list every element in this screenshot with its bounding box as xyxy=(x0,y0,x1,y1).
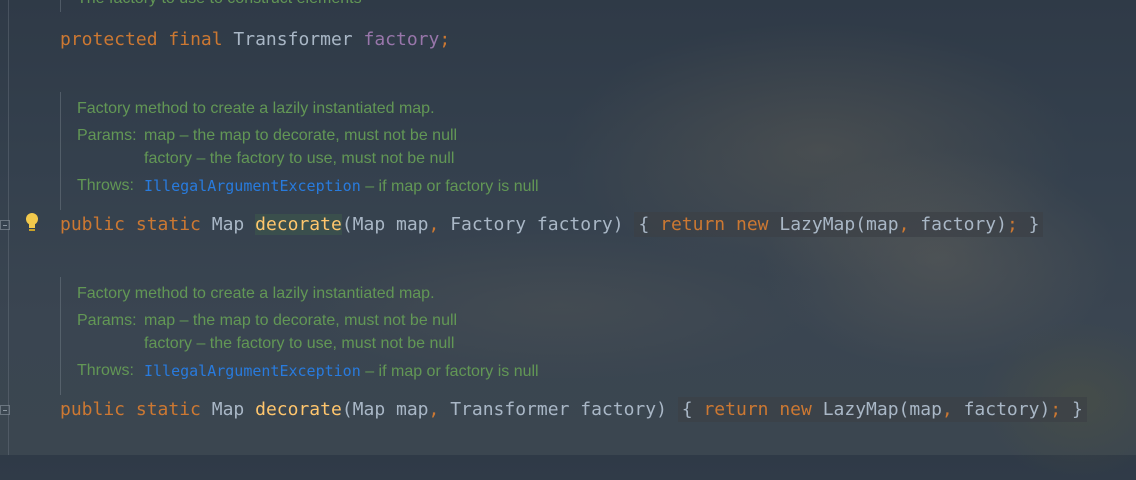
keyword: protected xyxy=(60,29,158,50)
doc-throws-text: – if map or factory is null xyxy=(360,363,539,380)
comma: , xyxy=(428,399,440,420)
doc-comment: Factory method to create a lazily instan… xyxy=(60,92,777,210)
return-type: Map xyxy=(211,214,245,235)
return-type: Map xyxy=(211,399,245,420)
comma: , xyxy=(428,214,440,235)
doc-param: factory – the factory to use, must not b… xyxy=(144,150,455,167)
params: Factory factory) xyxy=(439,214,635,235)
open-brace: { xyxy=(681,399,704,420)
folded-body[interactable]: { return new LazyMap(map, factory); } xyxy=(634,212,1044,237)
keyword: public xyxy=(60,214,126,235)
keyword: static xyxy=(135,214,201,235)
semicolon: ; xyxy=(1050,399,1062,420)
doc-params-label: Params: xyxy=(77,127,137,144)
doc-throws-text: – if map or factory is null xyxy=(360,178,539,195)
doc-comment: The factory to use to construct elements xyxy=(60,0,677,12)
doc-param: map – the map to decorate, must not be n… xyxy=(144,312,458,329)
params: (Map map xyxy=(341,214,429,235)
call: LazyMap(map xyxy=(768,214,899,235)
params: Transformer factory) xyxy=(439,399,678,420)
lightbulb-icon[interactable] xyxy=(24,212,40,234)
doc-description: Factory method to create a lazily instan… xyxy=(77,100,435,117)
doc-comment: Factory method to create a lazily instan… xyxy=(60,277,777,395)
keyword: static xyxy=(135,399,201,420)
comma: , xyxy=(898,214,910,235)
method-declaration-line[interactable]: public static Map decorate(Map map, Fact… xyxy=(60,212,1044,237)
fold-marker-icon[interactable] xyxy=(0,405,10,415)
semicolon: ; xyxy=(1006,214,1018,235)
doc-param: map – the map to decorate, must not be n… xyxy=(144,127,458,144)
doc-param: factory – the factory to use, must not b… xyxy=(144,335,455,352)
field-declaration-line[interactable]: protected final Transformer factory; xyxy=(60,29,450,50)
doc-params-label: Params: xyxy=(77,312,137,329)
keyword: public xyxy=(60,399,126,420)
call: LazyMap(map xyxy=(811,399,942,420)
keyword: final xyxy=(168,29,223,50)
exception-link[interactable]: IllegalArgumentException xyxy=(144,362,361,380)
exception-link[interactable]: IllegalArgumentException xyxy=(144,177,361,195)
doc-throws: IllegalArgumentException – if map or fac… xyxy=(144,362,539,381)
doc-comment-text: The factory to use to construct elements xyxy=(77,0,362,8)
keyword: return xyxy=(703,399,769,420)
close-brace: } xyxy=(1061,399,1083,420)
doc-throws-label: Throws: xyxy=(77,177,134,194)
doc-throws: IllegalArgumentException – if map or fac… xyxy=(144,177,539,196)
method-name[interactable]: decorate xyxy=(255,214,342,235)
doc-throws-label: Throws: xyxy=(77,362,134,379)
background-cloud xyxy=(760,150,1120,370)
method-declaration-line[interactable]: public static Map decorate(Map map, Tran… xyxy=(60,397,1087,422)
folded-body[interactable]: { return new LazyMap(map, factory); } xyxy=(677,397,1087,422)
semicolon: ; xyxy=(439,29,451,50)
call: factory) xyxy=(952,399,1051,420)
call: factory) xyxy=(909,214,1007,235)
method-name[interactable]: decorate xyxy=(255,399,342,420)
doc-description: Factory method to create a lazily instan… xyxy=(77,285,435,302)
field-name: factory xyxy=(363,29,440,50)
keyword: new xyxy=(779,399,812,420)
keyword: return xyxy=(660,214,726,235)
open-brace: { xyxy=(638,214,661,235)
fold-marker-icon[interactable] xyxy=(0,220,10,230)
params: (Map map xyxy=(341,399,429,420)
type-name: Transformer xyxy=(233,29,353,50)
comma: , xyxy=(941,399,953,420)
keyword: new xyxy=(736,214,769,235)
close-brace: } xyxy=(1017,214,1040,235)
